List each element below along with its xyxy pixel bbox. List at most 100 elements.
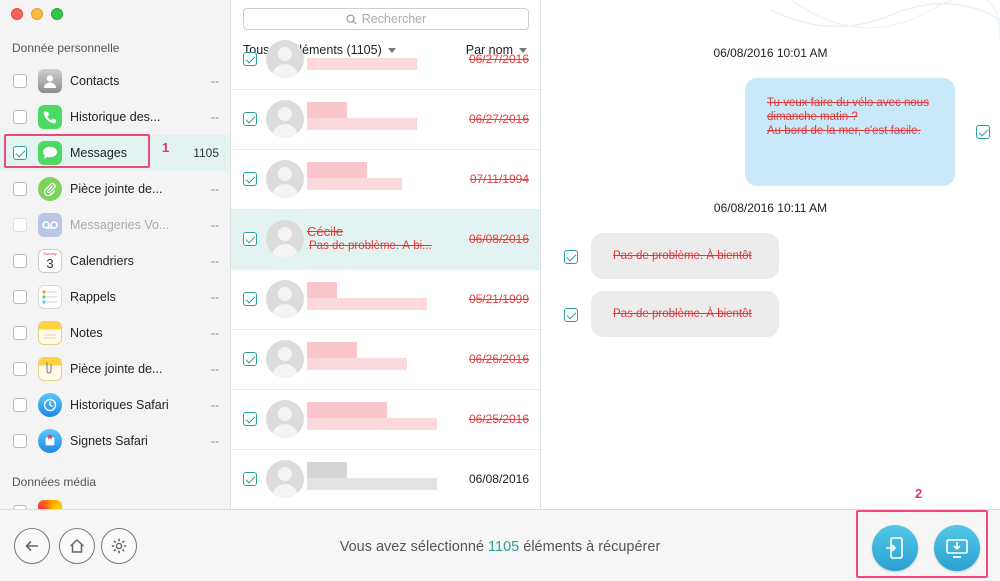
avatar: [266, 160, 304, 198]
list-item[interactable]: 05/21/1999: [231, 270, 540, 330]
sidebar-item-label: Historique des...: [70, 110, 161, 124]
search-icon: [346, 14, 357, 25]
recover-to-device-button[interactable]: [872, 525, 918, 571]
sidebar-item-contacts[interactable]: Contacts --: [0, 63, 230, 99]
sidebar-item-notes[interactable]: Notes --: [0, 315, 230, 351]
message-checkbox[interactable]: [976, 125, 990, 139]
checkbox[interactable]: [13, 326, 27, 340]
message-text-line: dimanche matin ?: [767, 111, 858, 123]
message-date: 07/11/1994: [469, 172, 529, 186]
item-count: --: [211, 326, 219, 340]
checkbox[interactable]: [243, 352, 257, 366]
sidebar-item-photos[interactable]: [0, 494, 230, 509]
sidebar-item-message-attachments[interactable]: Pièce jointe de... --: [0, 171, 230, 207]
minimize-window-button[interactable]: [31, 8, 43, 20]
checkbox[interactable]: [13, 182, 27, 196]
voicemail-icon: [38, 213, 62, 237]
message-bubble-sent[interactable]: Tu veux faire du vélo avec nous dimanche…: [745, 78, 955, 186]
sidebar-item-label: Rappels: [70, 290, 116, 304]
sidebar-item-notes-attachments[interactable]: Pièce jointe de... --: [0, 351, 230, 387]
annotation-highlight-messages: [4, 134, 150, 168]
safari-history-icon: [38, 393, 62, 417]
sidebar-item-voicemail[interactable]: Messageries Vo... --: [0, 207, 230, 243]
reminders-icon: [38, 285, 62, 309]
checkbox[interactable]: [243, 412, 257, 426]
safari-bookmarks-icon: [38, 429, 62, 453]
checkbox[interactable]: [243, 232, 257, 246]
notes-attachment-icon: [38, 357, 62, 381]
redacted-contact: [307, 58, 417, 70]
list-item-selected[interactable]: Cécile Pas de problème. À bi... 06/08/20…: [231, 210, 540, 270]
message-timestamp: 06/08/2016 10:11 AM: [713, 201, 828, 215]
paperclip-icon: [38, 177, 62, 201]
list-item[interactable]: 06/25/2016: [231, 390, 540, 450]
item-count: --: [211, 362, 219, 376]
bottom-bar: Vous avez sélectionné 1105 éléments à ré…: [0, 486, 1000, 581]
selected-count: 1105: [488, 539, 520, 555]
checkbox[interactable]: [13, 362, 27, 376]
annotation-number-1: 1: [162, 140, 170, 155]
redacted-contact: [307, 102, 347, 118]
selection-status: Vous avez sélectionné 1105 éléments à ré…: [0, 539, 1000, 555]
recover-to-computer-icon: [946, 539, 968, 558]
status-suffix: éléments à récupérer: [523, 539, 661, 555]
item-count: 1105: [193, 146, 219, 160]
sidebar-item-label: Pièce jointe de...: [70, 182, 163, 196]
sidebar-item-label: Notes: [70, 326, 103, 340]
recover-to-computer-button[interactable]: [934, 525, 980, 571]
app-window: Donnée personnelle Contacts -- Historiqu…: [0, 0, 1000, 581]
redacted-contact: [307, 342, 357, 358]
list-item[interactable]: 06/27/2016: [231, 90, 540, 150]
item-count: --: [211, 434, 219, 448]
redacted-contact: [307, 462, 347, 478]
checkbox[interactable]: [13, 398, 27, 412]
search-input[interactable]: Rechercher: [243, 8, 529, 30]
checkbox[interactable]: [243, 172, 257, 186]
checkbox[interactable]: [13, 110, 27, 124]
sidebar: Donnée personnelle Contacts -- Historiqu…: [0, 0, 231, 509]
list-item[interactable]: 06/08/2016: [231, 450, 540, 509]
sidebar-item-safari-history[interactable]: Historiques Safari --: [0, 387, 230, 423]
redacted-contact: [307, 282, 337, 298]
sidebar-item-call-history[interactable]: Historique des... --: [0, 99, 230, 135]
zoom-window-button[interactable]: [51, 8, 63, 20]
checkbox[interactable]: [243, 472, 257, 486]
close-window-button[interactable]: [11, 8, 23, 20]
message-bubble-received[interactable]: Pas de problème. À bientôt: [591, 233, 779, 279]
checkbox[interactable]: [13, 290, 27, 304]
redacted-preview: [307, 118, 417, 130]
checkbox[interactable]: [13, 434, 27, 448]
conversation-panel: 06/08/2016 10:01 AM Tu veux faire du vél…: [541, 0, 1000, 509]
checkbox[interactable]: [243, 52, 257, 66]
checkbox[interactable]: [13, 74, 27, 88]
sidebar-item-label: Signets Safari: [70, 434, 148, 448]
item-count: --: [211, 218, 219, 232]
message-checkbox[interactable]: [564, 250, 578, 264]
redacted-preview: [307, 178, 402, 190]
sidebar-item-reminders[interactable]: Rappels --: [0, 279, 230, 315]
list-item[interactable]: 07/11/1994: [231, 150, 540, 210]
sidebar-item-calendars[interactable]: Sunday 3 Calendriers --: [0, 243, 230, 279]
contact-name: Cécile: [307, 224, 344, 239]
checkbox[interactable]: [13, 254, 27, 268]
message-bubble-received[interactable]: Pas de problème. À bientôt: [591, 291, 779, 337]
list-item[interactable]: 06/27/2016: [231, 30, 540, 90]
annotation-highlight-actions: [856, 510, 988, 578]
sidebar-item-safari-bookmarks[interactable]: Signets Safari --: [0, 423, 230, 459]
message-timestamp: 06/08/2016 10:01 AM: [713, 46, 828, 60]
avatar: [266, 340, 304, 378]
list-item[interactable]: 06/26/2016: [231, 330, 540, 390]
checkbox[interactable]: [243, 112, 257, 126]
phone-icon: [38, 105, 62, 129]
message-checkbox[interactable]: [564, 308, 578, 322]
sidebar-item-label: Contacts: [70, 74, 120, 88]
checkbox[interactable]: [243, 292, 257, 306]
section-title-media: Données média: [12, 475, 97, 489]
message-list-panel: Rechercher Tous les éléments (1105) Par …: [231, 0, 541, 509]
item-count: --: [211, 182, 219, 196]
checkbox[interactable]: [13, 218, 27, 232]
window-controls: [11, 8, 63, 20]
item-count: --: [211, 290, 219, 304]
message-text: Pas de problème. À bientôt: [613, 308, 752, 320]
notes-icon: [38, 321, 62, 345]
